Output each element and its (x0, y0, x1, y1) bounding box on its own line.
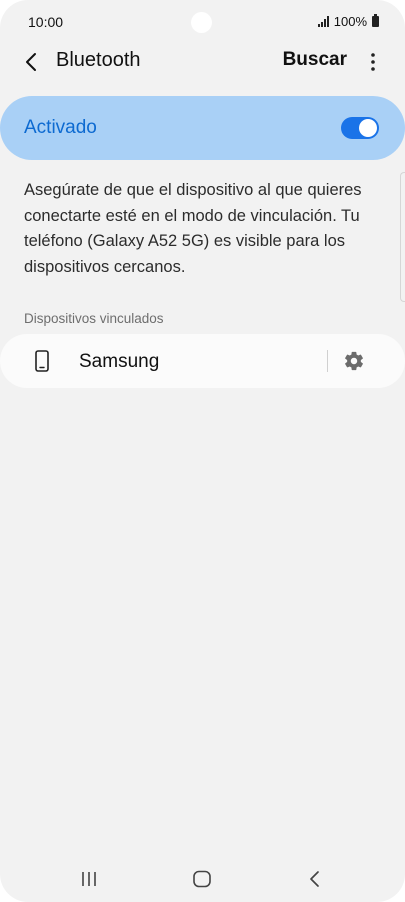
status-indicators: 100% (317, 14, 379, 29)
gear-icon[interactable] (343, 350, 365, 372)
back-icon[interactable] (308, 869, 322, 889)
device-name: Samsung (79, 351, 160, 372)
status-time: 10:00 (28, 14, 64, 30)
bluetooth-settings-screen: 10:00 100% Bluetooth Buscar Activado Ase… (0, 0, 405, 902)
signal-icon (317, 16, 329, 27)
navigation-bar (0, 858, 405, 902)
bluetooth-toggle-label: Activado (24, 117, 97, 138)
paired-device-row[interactable]: Samsung (0, 334, 405, 388)
more-vertical-icon[interactable] (363, 50, 383, 74)
toggle-knob (359, 119, 377, 137)
battery-icon (372, 14, 379, 27)
app-bar: Bluetooth Buscar (0, 40, 405, 84)
front-camera-cutout (191, 12, 212, 33)
bluetooth-toggle-card[interactable]: Activado (0, 96, 405, 160)
home-icon[interactable] (192, 870, 212, 888)
page-title: Bluetooth (56, 49, 141, 71)
recents-icon[interactable] (80, 871, 98, 887)
divider (327, 350, 328, 372)
chevron-left-icon[interactable] (20, 50, 44, 74)
search-button[interactable]: Buscar (283, 49, 347, 71)
phone-icon (35, 350, 49, 372)
visibility-description: Asegúrate de que el dispositivo al que q… (24, 181, 362, 276)
bluetooth-toggle-switch[interactable] (341, 117, 379, 139)
battery-percent: 100% (333, 14, 367, 29)
scroll-indicator (400, 172, 405, 302)
status-bar: 10:00 100% (0, 0, 405, 44)
paired-devices-header: Dispositivos vinculados (24, 311, 164, 326)
